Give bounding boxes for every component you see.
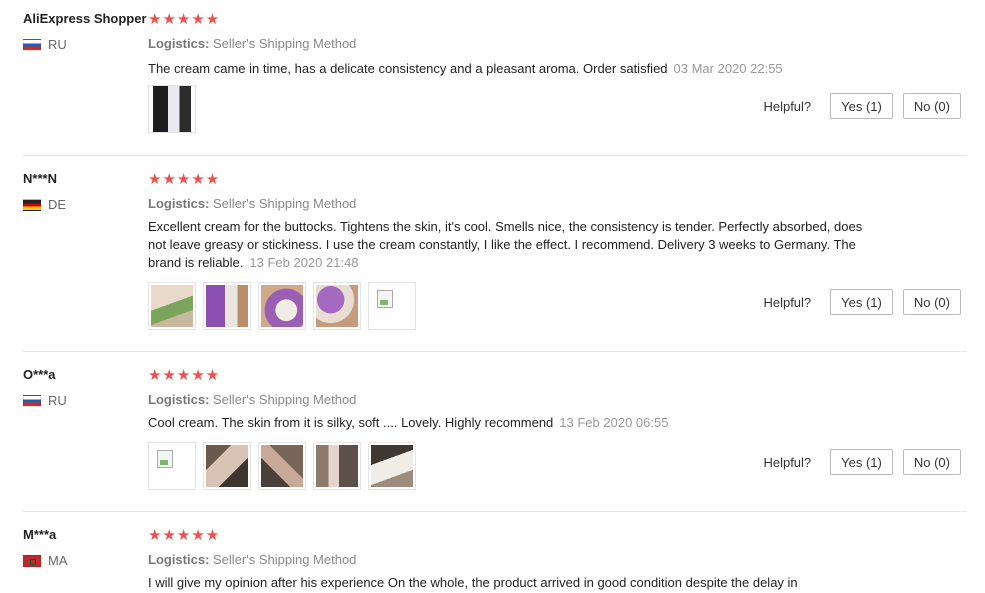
logistics-label: Logistics: bbox=[148, 392, 214, 407]
logistics-method: Seller's Shipping Method bbox=[213, 196, 357, 211]
logistics-label: Logistics: bbox=[148, 196, 214, 211]
flag-de-icon bbox=[23, 198, 41, 211]
flag-ru-icon bbox=[23, 38, 41, 51]
review-photo[interactable] bbox=[368, 442, 416, 490]
review-text: The cream came in time, has a delicate c… bbox=[148, 60, 868, 78]
product-photo bbox=[151, 285, 193, 327]
review-photo[interactable] bbox=[368, 282, 416, 330]
review-divider bbox=[23, 351, 967, 352]
star-rating: ★★★★★ bbox=[148, 171, 221, 188]
product-photo bbox=[316, 445, 358, 487]
review-photo[interactable] bbox=[203, 282, 251, 330]
review-body: The cream came in time, has a delicate c… bbox=[148, 61, 668, 76]
helpful-yes-button[interactable]: Yes (1) bbox=[830, 93, 893, 119]
review-date: 13 Feb 2020 21:48 bbox=[249, 255, 359, 270]
country-code: DE bbox=[48, 197, 67, 212]
review-photo[interactable] bbox=[148, 442, 196, 490]
review-text: I will give my opinion after his experie… bbox=[148, 574, 868, 592]
flag-ma-icon bbox=[23, 554, 41, 567]
logistics-method: Seller's Shipping Method bbox=[213, 36, 357, 51]
review-photo[interactable] bbox=[313, 282, 361, 330]
review-photos bbox=[148, 282, 423, 330]
review-date: 03 Mar 2020 22:55 bbox=[673, 61, 783, 76]
logistics-info: Logistics: Seller's Shipping Method bbox=[148, 36, 356, 51]
star-rating: ★★★★★ bbox=[148, 527, 221, 544]
review-photo[interactable] bbox=[258, 442, 306, 490]
logistics-info: Logistics: Seller's Shipping Method bbox=[148, 552, 356, 567]
logistics-info: Logistics: Seller's Shipping Method bbox=[148, 392, 356, 407]
review-photos bbox=[148, 442, 423, 490]
reviewer-country: RU bbox=[23, 393, 67, 408]
review-item: N***N DE ★★★★★ Logistics: Seller's Shipp… bbox=[0, 171, 985, 351]
review-item: AliExpress Shopper RU ★★★★★ Logistics: S… bbox=[0, 11, 985, 156]
review-photos bbox=[148, 85, 203, 133]
logistics-label: Logistics: bbox=[148, 552, 214, 567]
country-code: RU bbox=[48, 37, 67, 52]
reviewer-name: M***a bbox=[23, 527, 57, 542]
logistics-label: Logistics: bbox=[148, 36, 214, 51]
review-date: 13 Feb 2020 06:55 bbox=[559, 415, 669, 430]
review-photo[interactable] bbox=[203, 442, 251, 490]
helpful-no-button[interactable]: No (0) bbox=[902, 93, 961, 119]
reviewer-name: O***a bbox=[23, 367, 56, 382]
helpful-vote: Helpful? Yes (1) No (0) bbox=[763, 93, 961, 119]
logistics-info: Logistics: Seller's Shipping Method bbox=[148, 196, 356, 211]
review-divider bbox=[23, 511, 967, 512]
country-code: MA bbox=[48, 553, 68, 568]
product-photo bbox=[261, 285, 303, 327]
review-photo[interactable] bbox=[258, 282, 306, 330]
review-divider bbox=[23, 155, 967, 156]
broken-image-icon bbox=[157, 450, 173, 468]
helpful-no-button[interactable]: No (0) bbox=[902, 289, 961, 315]
reviewer-country: DE bbox=[23, 197, 66, 212]
review-photo[interactable] bbox=[148, 85, 196, 133]
reviewer-country: MA bbox=[23, 553, 68, 568]
helpful-label: Helpful? bbox=[763, 294, 812, 310]
review-body: I will give my opinion after his experie… bbox=[148, 575, 798, 590]
product-photo bbox=[371, 445, 413, 487]
helpful-yes-button[interactable]: Yes (1) bbox=[830, 289, 893, 315]
product-photo bbox=[153, 86, 191, 132]
helpful-vote: Helpful? Yes (1) No (0) bbox=[763, 449, 961, 475]
helpful-no-button[interactable]: No (0) bbox=[902, 449, 961, 475]
helpful-yes-button[interactable]: Yes (1) bbox=[830, 449, 893, 475]
review-body: Cool cream. The skin from it is silky, s… bbox=[148, 415, 554, 430]
product-photo bbox=[316, 285, 358, 327]
reviewer-name: AliExpress Shopper bbox=[23, 11, 147, 26]
review-item: M***a MA ★★★★★ Logistics: Seller's Shipp… bbox=[0, 527, 985, 593]
star-rating: ★★★★★ bbox=[148, 367, 221, 384]
star-rating: ★★★★★ bbox=[148, 11, 221, 28]
helpful-label: Helpful? bbox=[763, 454, 812, 470]
helpful-label: Helpful? bbox=[763, 98, 812, 114]
broken-image-icon bbox=[377, 290, 393, 308]
flag-ru-icon bbox=[23, 394, 41, 407]
product-photo bbox=[261, 445, 303, 487]
logistics-method: Seller's Shipping Method bbox=[213, 392, 357, 407]
review-item: O***a RU ★★★★★ Logistics: Seller's Shipp… bbox=[0, 367, 985, 512]
review-photo[interactable] bbox=[148, 282, 196, 330]
review-photo[interactable] bbox=[313, 442, 361, 490]
helpful-vote: Helpful? Yes (1) No (0) bbox=[763, 289, 961, 315]
review-text: Cool cream. The skin from it is silky, s… bbox=[148, 414, 868, 432]
product-photo bbox=[206, 285, 248, 327]
reviewer-country: RU bbox=[23, 37, 67, 52]
country-code: RU bbox=[48, 393, 67, 408]
logistics-method: Seller's Shipping Method bbox=[213, 552, 357, 567]
reviewer-name: N***N bbox=[23, 171, 57, 186]
product-photo bbox=[206, 445, 248, 487]
review-text: Excellent cream for the buttocks. Tighte… bbox=[148, 218, 868, 272]
